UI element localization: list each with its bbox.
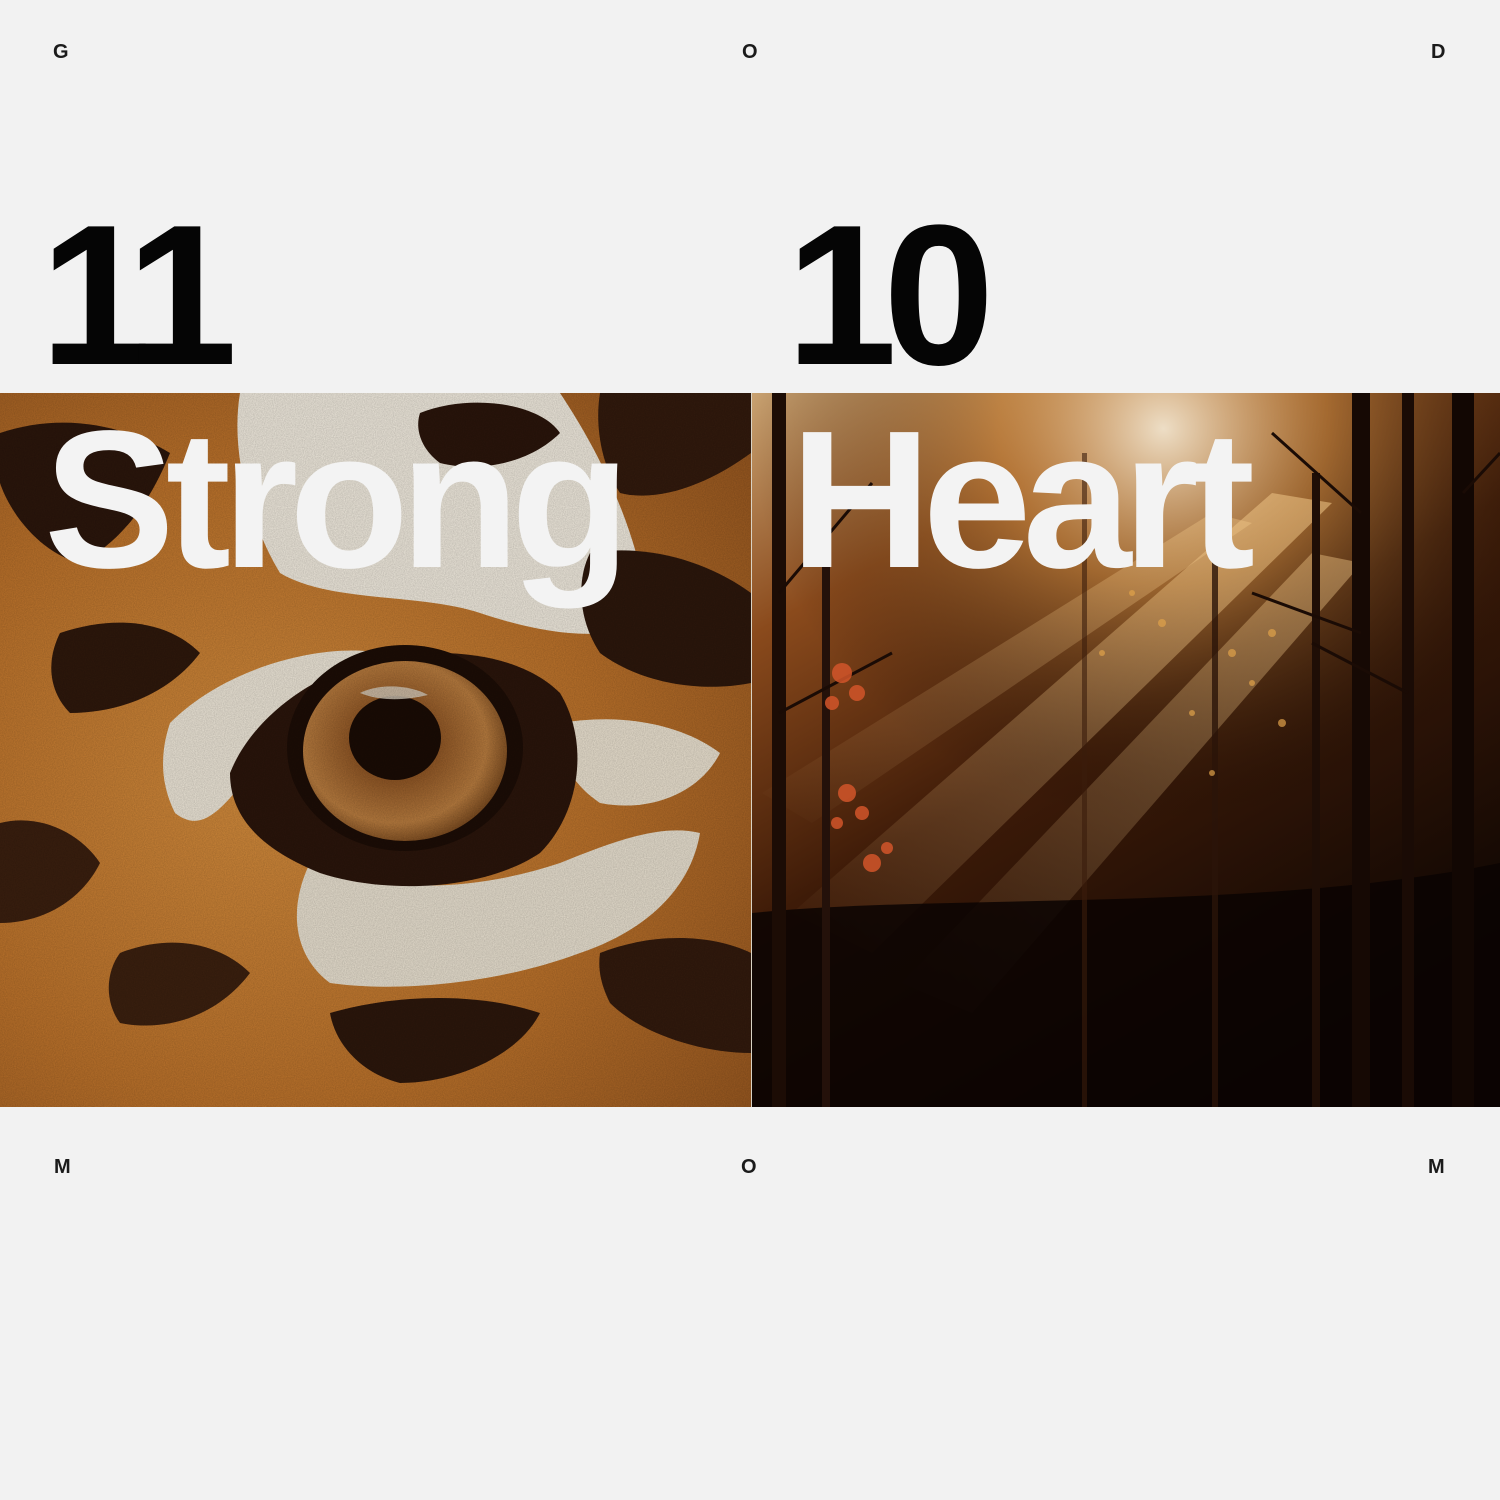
corner-letter-bottom-left: M xyxy=(54,1156,71,1178)
corner-letter-top-right: D xyxy=(1431,41,1446,63)
corner-letter-bottom-center: O xyxy=(741,1156,757,1178)
number-right: 10 xyxy=(786,184,995,407)
corner-letter-top-left: G xyxy=(53,41,69,63)
number-left: 11 xyxy=(40,184,237,407)
headline-left: Strong xyxy=(44,390,630,609)
panel-divider xyxy=(751,393,752,1107)
corner-letter-top-center: O xyxy=(742,41,758,63)
corner-letter-bottom-right: M xyxy=(1428,1156,1445,1178)
headline-right: Heart xyxy=(790,390,1255,609)
poster: G O D 11 10 Strong Heart M O M xyxy=(0,0,1500,1500)
